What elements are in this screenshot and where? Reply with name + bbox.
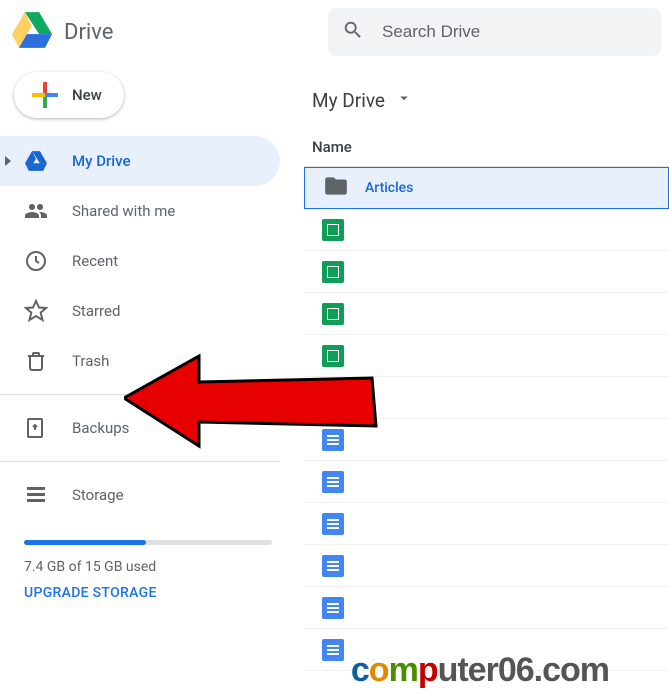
sidebar-item-label: Trash [72, 352, 109, 370]
storage-bar-fill [24, 540, 146, 545]
divider [0, 461, 280, 462]
search-input[interactable] [382, 22, 647, 42]
app-title: Drive [64, 20, 113, 45]
sidebar-item-label: My Drive [72, 152, 131, 170]
drive-logo-icon [24, 149, 48, 173]
new-button[interactable]: New [14, 72, 124, 118]
column-header-name[interactable]: Name [304, 120, 669, 167]
docs-icon [322, 639, 344, 661]
file-row[interactable] [304, 335, 669, 377]
docs-icon [322, 597, 344, 619]
people-icon [24, 199, 48, 223]
storage-block: 7.4 GB of 15 GB used UPGRADE STORAGE [0, 520, 296, 601]
sidebar-item-label: Backups [72, 419, 129, 437]
search-icon[interactable] [342, 19, 364, 45]
file-row[interactable] [304, 419, 669, 461]
new-button-label: New [72, 86, 102, 104]
sidebar: New My Drive Shared with me Rece [0, 64, 296, 698]
file-row[interactable] [304, 377, 669, 419]
sidebar-item-storage[interactable]: Storage [0, 470, 280, 520]
chevron-down-icon [395, 89, 413, 112]
sidebar-item-starred[interactable]: Starred [0, 286, 280, 336]
file-row[interactable] [304, 461, 669, 503]
sheets-icon [322, 303, 344, 325]
storage-icon [24, 483, 48, 507]
sidebar-item-backups[interactable]: Backups [0, 403, 280, 453]
plus-icon [32, 82, 58, 108]
file-row[interactable] [304, 209, 669, 251]
sidebar-item-shared[interactable]: Shared with me [0, 186, 280, 236]
sidebar-nav: My Drive Shared with me Recent Starred [0, 136, 296, 601]
docs-icon [322, 429, 344, 451]
sidebar-item-label: Starred [72, 302, 120, 320]
docs-icon [322, 513, 344, 535]
watermark: computer06.com [351, 651, 609, 690]
file-row[interactable] [304, 503, 669, 545]
backups-icon [24, 416, 48, 440]
sheets-icon [322, 261, 344, 283]
file-row[interactable]: Articles [304, 167, 669, 209]
file-row[interactable] [304, 251, 669, 293]
upgrade-storage-link[interactable]: UPGRADE STORAGE [24, 585, 272, 601]
search-bar[interactable] [328, 8, 661, 56]
trash-icon [24, 349, 48, 373]
storage-bar [24, 540, 272, 545]
content-area: My Drive Name Articles [296, 64, 669, 698]
app-header: Drive [0, 0, 669, 64]
sidebar-item-recent[interactable]: Recent [0, 236, 280, 286]
sidebar-item-label: Recent [72, 252, 118, 270]
breadcrumb-label: My Drive [312, 89, 385, 112]
file-row[interactable] [304, 587, 669, 629]
file-name: Articles [365, 180, 413, 196]
star-icon [24, 299, 48, 323]
file-row[interactable] [304, 545, 669, 587]
logo-block[interactable]: Drive [8, 10, 328, 54]
drive-logo-icon [12, 10, 52, 54]
sheets-icon [322, 219, 344, 241]
storage-used-text: 7.4 GB of 15 GB used [24, 559, 272, 575]
sheets-icon [322, 345, 344, 367]
file-row[interactable] [304, 293, 669, 335]
folder-icon [323, 173, 349, 203]
sidebar-item-my-drive[interactable]: My Drive [0, 136, 280, 186]
sidebar-item-label: Shared with me [72, 202, 175, 220]
divider [0, 394, 280, 395]
expand-triangle-icon[interactable] [5, 156, 11, 166]
file-list: Articles [304, 167, 669, 671]
docs-icon [322, 471, 344, 493]
storage-label: Storage [72, 486, 124, 504]
breadcrumb[interactable]: My Drive [304, 72, 669, 120]
clock-icon [24, 249, 48, 273]
drawings-icon [322, 387, 344, 409]
docs-icon [322, 555, 344, 577]
sidebar-item-trash[interactable]: Trash [0, 336, 280, 386]
